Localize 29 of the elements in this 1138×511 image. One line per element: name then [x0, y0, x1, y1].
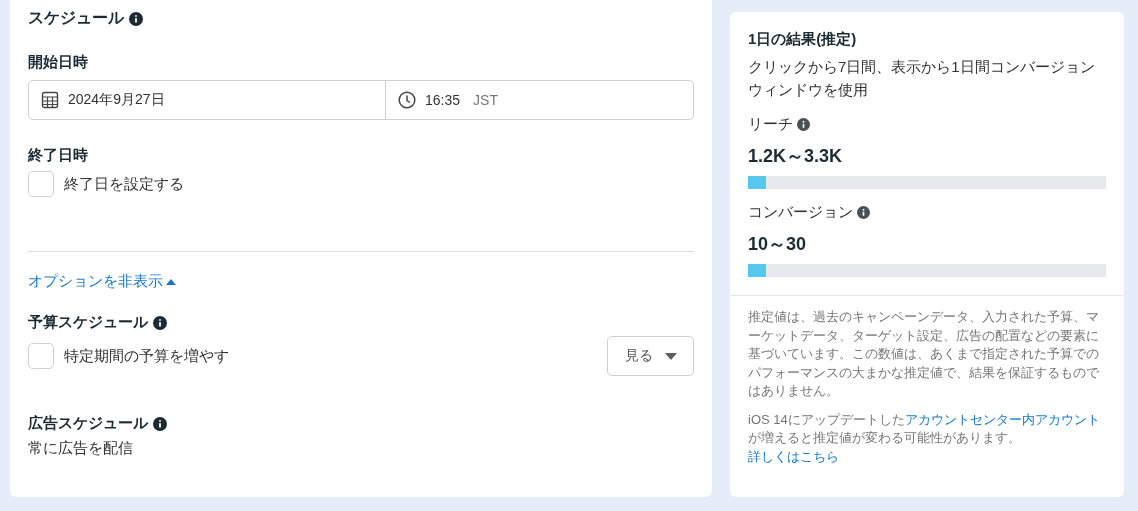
- info-icon[interactable]: [129, 11, 143, 26]
- section-title: 広告スケジュール: [28, 414, 148, 433]
- field-label: 開始日時: [28, 53, 88, 72]
- schedule-value: 常に広告を配信: [28, 439, 133, 458]
- caret-icon: [166, 278, 176, 285]
- field-label: 終了日時: [28, 146, 88, 165]
- options-toggle-link[interactable]: オプションを非表示: [28, 272, 176, 291]
- info-icon[interactable]: [797, 118, 810, 131]
- checkbox-label: 特定期間の予算を増やす: [64, 346, 229, 366]
- account-center-link[interactable]: アカウントセンター内アカウント: [904, 411, 1100, 427]
- section-title: 予算スケジュール: [28, 313, 148, 332]
- learn-more-link[interactable]: 詳しくはこちら: [748, 448, 839, 464]
- info-icon[interactable]: [153, 416, 167, 431]
- caret-icon: [664, 352, 677, 360]
- info-icon[interactable]: [857, 206, 870, 219]
- checkbox-label: 終了日を設定する: [64, 174, 184, 194]
- view-dropdown-button[interactable]: 見る: [607, 336, 694, 376]
- note-text: iOS 14にアップデートしたアカウントセンター内アカウント が増えると推定値が変わる可能性があります。 詳しくはこちら: [748, 410, 1101, 466]
- info-icon[interactable]: [153, 315, 167, 330]
- metric-label: リーチ: [748, 115, 793, 134]
- results-description: クリックから7日間、表示から1日間コンバージョンウィンドウを使用: [748, 57, 1096, 100]
- checkbox[interactable]: [28, 343, 54, 369]
- results-title: 1日の結果(推定): [748, 30, 858, 49]
- metric-value: 10～30: [748, 233, 808, 256]
- metric-value: 1.2K～3.3K: [748, 145, 844, 168]
- section-title: スケジュール: [28, 8, 124, 28]
- disclaimer-text: 推定値は、過去のキャンペーンデータ、入力された予算、マーケットデータ、ターゲット設定、広告の配置などの要素に基づいています。この数値は、あくまで指定された予算でのパフォーマンスの大まかな推定値で、結果を保証するものではありません。: [748, 308, 1100, 400]
- checkbox[interactable]: [28, 171, 54, 197]
- metric-label: コンバージョン: [748, 203, 853, 222]
